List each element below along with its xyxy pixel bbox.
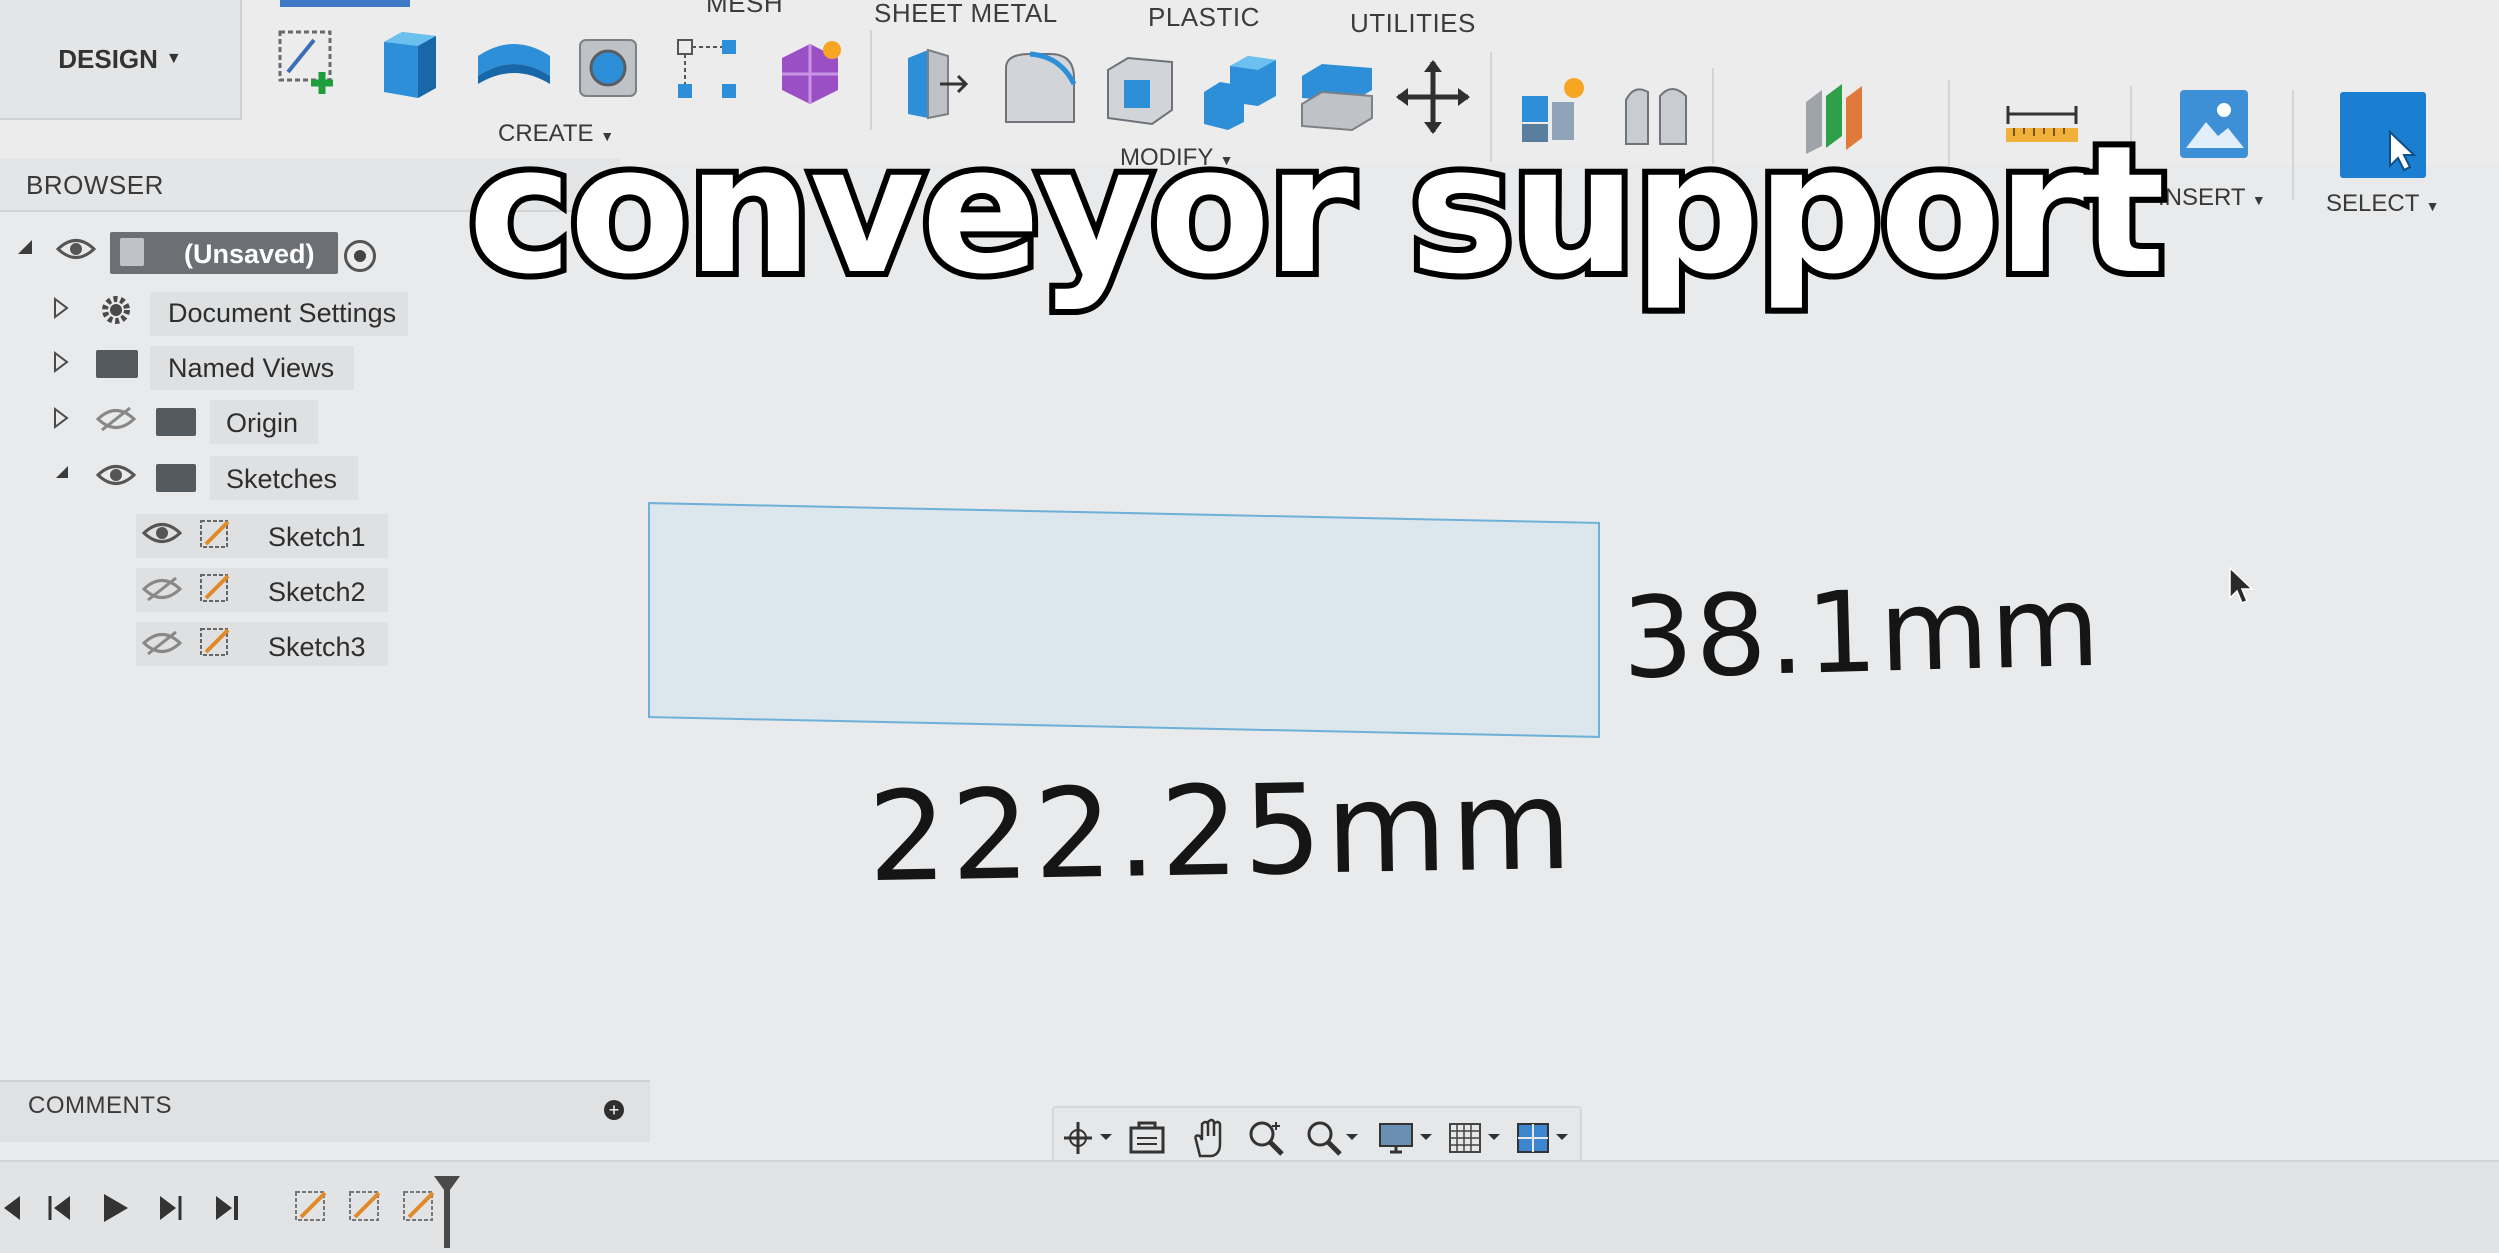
document-settings-label: Document Settings — [168, 298, 397, 328]
expand-triangle-icon[interactable] — [52, 296, 70, 325]
play-icon[interactable] — [96, 1188, 136, 1228]
insert-group-label[interactable]: INSERT ▼ — [2158, 184, 2266, 212]
workspace-design-button[interactable]: DESIGN ▼ — [0, 0, 242, 120]
origin-label: Origin — [226, 408, 299, 438]
step-forward-icon[interactable] — [150, 1188, 190, 1228]
sketches-label: Sketches — [226, 464, 338, 494]
step-back-icon[interactable] — [40, 1188, 80, 1228]
expand-triangle-icon[interactable] — [52, 350, 70, 379]
folder-icon — [156, 464, 196, 492]
sketch-icon — [198, 516, 234, 557]
chevron-down-icon: ▼ — [165, 50, 182, 67]
orbit-icon[interactable] — [1060, 1118, 1112, 1158]
select-cursor-icon[interactable] — [2340, 92, 2426, 178]
tab-mesh[interactable]: MESH — [706, 0, 783, 28]
eye-icon[interactable] — [95, 462, 137, 493]
press-pull-icon[interactable] — [900, 44, 969, 120]
component-icon — [120, 238, 144, 266]
toolbar-separator — [2292, 90, 2294, 200]
gear-icon — [96, 290, 136, 335]
eye-hidden-icon[interactable] — [141, 576, 183, 607]
timeline-marker-handle[interactable] — [434, 1176, 460, 1194]
create-sketch-icon[interactable] — [274, 26, 336, 94]
grid-settings-icon[interactable] — [1446, 1118, 1500, 1158]
eye-icon[interactable] — [141, 520, 183, 551]
viewports-icon[interactable] — [1514, 1118, 1568, 1158]
hole-icon[interactable] — [574, 32, 637, 98]
tab-sheet-metal[interactable]: SHEET METAL — [874, 0, 1058, 38]
sketch2-label: Sketch2 — [268, 577, 366, 607]
eye-hidden-icon[interactable] — [95, 406, 137, 437]
add-comment-icon[interactable]: + — [604, 1100, 624, 1120]
revolve-icon[interactable] — [474, 36, 550, 102]
root-label: (Unsaved) — [184, 239, 315, 269]
fillet-icon[interactable] — [1000, 48, 1077, 123]
timeline-sketch-feature-icon[interactable] — [292, 1186, 332, 1231]
sketch-icon — [198, 570, 234, 611]
sketch-icon — [198, 624, 234, 665]
tab-utilities[interactable]: UTILITIES — [1350, 8, 1476, 48]
chevron-down-icon: ▼ — [2251, 192, 2266, 208]
eye-icon[interactable] — [55, 236, 97, 267]
eye-hidden-icon[interactable] — [141, 630, 183, 661]
display-settings-icon[interactable] — [1376, 1118, 1432, 1158]
shell-icon[interactable] — [1100, 50, 1173, 126]
sketch3-label: Sketch3 — [268, 632, 366, 662]
named-views-label: Named Views — [168, 353, 335, 383]
pattern-icon[interactable] — [674, 36, 736, 102]
select-label: SELECT — [2326, 190, 2419, 217]
height-dimension-note: 38.1mm — [1620, 561, 2104, 705]
tab-plastic[interactable]: PLASTIC — [1148, 2, 1260, 42]
timeline-sketch-feature-icon[interactable] — [346, 1186, 386, 1231]
folder-icon — [156, 408, 196, 436]
select-group-label[interactable]: SELECT ▼ — [2326, 190, 2439, 218]
insert-label: INSERT — [2158, 184, 2246, 211]
collapse-triangle-icon[interactable] — [52, 462, 72, 487]
width-dimension-note: 222.25mm — [866, 753, 1577, 911]
active-tab-indicator — [280, 0, 410, 7]
expand-triangle-icon[interactable] — [52, 406, 70, 435]
create-form-icon[interactable] — [774, 36, 841, 104]
extrude-icon[interactable] — [374, 26, 436, 98]
go-to-end-icon[interactable] — [208, 1188, 248, 1228]
folder-icon — [96, 350, 138, 378]
workspace-label: DESIGN — [58, 43, 158, 74]
comments-title: COMMENTS — [28, 1092, 172, 1119]
mouse-cursor-icon — [2228, 566, 2254, 611]
sketch1-label: Sketch1 — [268, 522, 366, 552]
activate-radio-icon[interactable] — [344, 240, 376, 272]
fit-icon[interactable] — [1304, 1118, 1358, 1158]
sketch-rectangle-profile[interactable] — [648, 502, 1600, 738]
root-component[interactable]: (Unsaved) — [110, 232, 338, 274]
chevron-down-icon: ▼ — [2425, 198, 2440, 214]
zoom-icon[interactable] — [1246, 1118, 1288, 1158]
pan-icon[interactable] — [1188, 1118, 1230, 1158]
go-to-start-icon[interactable] — [0, 1188, 40, 1228]
browser-title: BROWSER — [26, 170, 164, 200]
video-overlay-title: conveyor support — [462, 102, 2171, 319]
collapse-triangle-icon[interactable] — [14, 236, 36, 263]
look-at-icon[interactable] — [1126, 1118, 1168, 1158]
insert-image-icon[interactable] — [2180, 90, 2248, 158]
